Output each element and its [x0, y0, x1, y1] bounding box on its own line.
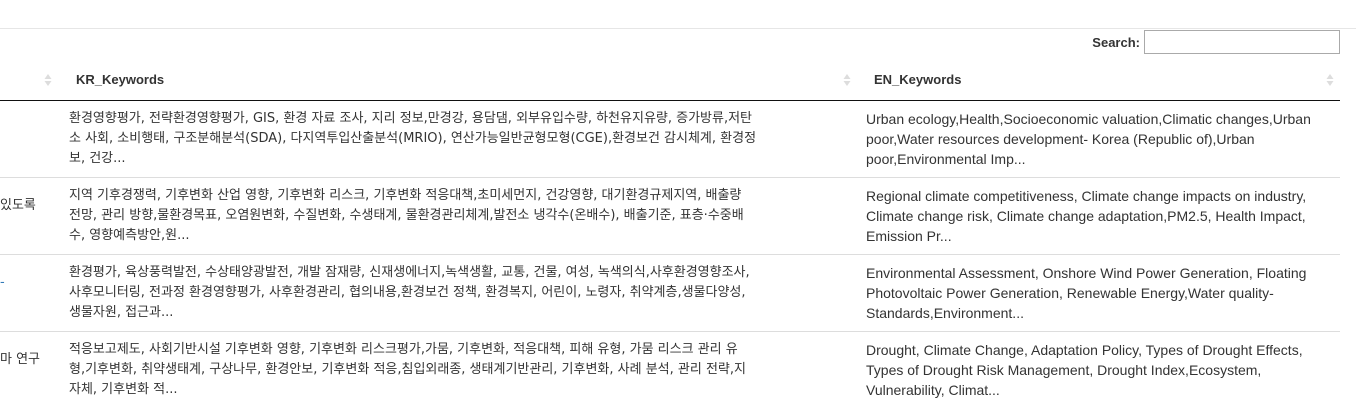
search-input[interactable] [1144, 30, 1340, 54]
sort-icon [44, 74, 52, 86]
en-keywords-line: Types of Drought Risk Management, Drough… [866, 362, 1262, 378]
kr-keywords-line: 환경평가, 육상풍력발전, 수상태양광발전, 개발 잠재량, 신재생에너지,녹색… [69, 265, 750, 280]
en-keywords-line: Photovoltaic Power Generation, Renewable… [866, 285, 1274, 301]
title-link[interactable]: 마 연구 [0, 352, 40, 367]
table-row[interactable]: - 환경평가, 육상풍력발전, 수상태양광발전, 개발 잠재량, 신재생에너지,… [0, 255, 1340, 332]
en-keywords-cell: Urban ecology,Health,Socioeconomic valua… [866, 109, 1330, 169]
en-keywords-line: Standards,Environment... [866, 305, 1024, 321]
column-header-kr-keywords[interactable]: KR_Keywords [59, 60, 854, 100]
title-cell: - [0, 273, 56, 293]
en-keywords-cell: Environmental Assessment, Onshore Wind P… [866, 263, 1330, 323]
en-keywords-line: poor,Environmental Imp... [866, 151, 1026, 167]
sort-icon [843, 74, 851, 86]
column-header-kr-label: KR_Keywords [76, 72, 165, 87]
column-header-en-keywords[interactable]: EN_Keywords [856, 60, 1340, 100]
kr-keywords-cell: 지역 기후경쟁력, 기후변화 산업 영향, 기후변화 리스크, 기후변화 적응대… [69, 186, 859, 246]
table-row[interactable]: 마 연구 적응보고제도, 사회기반시설 기후변화 영향, 기후변화 리스크평가,… [0, 332, 1340, 406]
column-header-title[interactable] [0, 60, 56, 100]
en-keywords-line: Vulnerability, Climat... [866, 382, 1000, 398]
title-cell: 있도록 [0, 196, 56, 216]
kr-keywords-line: 보, 건강... [69, 151, 126, 166]
en-keywords-line: Regional climate competitiveness, Climat… [866, 188, 1307, 204]
kr-keywords-line: 적응보고제도, 사회기반시설 기후변화 영향, 기후변화 리스크평가,가뭄, 기… [69, 342, 738, 357]
table-row[interactable]: 있도록 지역 기후경쟁력, 기후변화 산업 영향, 기후변화 리스크, 기후변화… [0, 178, 1340, 255]
kr-keywords-line: 사후모니터링, 전과정 환경영향평가, 사후환경관리, 협의내용,환경보건 정책… [69, 285, 746, 300]
kr-keywords-cell: 적응보고제도, 사회기반시설 기후변화 영향, 기후변화 리스크평가,가뭄, 기… [69, 340, 859, 400]
kr-keywords-line: 생물자원, 접근과... [69, 305, 174, 320]
table-row[interactable]: 환경영향평가, 전략환경영향평가, GIS, 환경 자료 조사, 지리 정보,만… [0, 101, 1340, 178]
search-bar: Search: [1092, 29, 1340, 55]
kr-keywords-line: 자체, 기후변화 적... [69, 382, 178, 397]
title-cell: 마 연구 [0, 350, 56, 370]
kr-keywords-line: 환경영향평가, 전략환경영향평가, GIS, 환경 자료 조사, 지리 정보,만… [69, 111, 753, 126]
en-keywords-cell: Regional climate competitiveness, Climat… [866, 186, 1330, 246]
kr-keywords-line: 지역 기후경쟁력, 기후변화 산업 영향, 기후변화 리스크, 기후변화 적응대… [69, 188, 742, 203]
en-keywords-line: Climate change risk, Climate change adap… [866, 208, 1306, 224]
kr-keywords-line: 전망, 관리 방향,물환경목표, 오염원변화, 수질변화, 수생태계, 물환경관… [69, 208, 744, 223]
kr-keywords-line: 소 사회, 소비행태, 구조분해분석(SDA), 다지역투입산출분석(MRIO)… [69, 131, 757, 146]
title-link[interactable]: 있도록 [0, 198, 36, 213]
kr-keywords-line: 수, 영향예측방안,원... [69, 228, 190, 243]
kr-keywords-cell: 환경영향평가, 전략환경영향평가, GIS, 환경 자료 조사, 지리 정보,만… [69, 109, 859, 169]
search-label: Search: [1092, 34, 1140, 50]
kr-keywords-line: 형,기후변화, 취약생태계, 구상나무, 환경안보, 기후변화 적응,침입외래종… [69, 362, 746, 377]
table-header: KR_Keywords EN_Keywords [0, 60, 1340, 101]
en-keywords-cell: Drought, Climate Change, Adaptation Poli… [866, 340, 1330, 400]
column-header-en-label: EN_Keywords [874, 72, 962, 87]
en-keywords-line: Drought, Climate Change, Adaptation Poli… [866, 342, 1303, 358]
title-link[interactable]: - [0, 275, 5, 290]
en-keywords-line: Emission Pr... [866, 228, 952, 244]
kr-keywords-cell: 환경평가, 육상풍력발전, 수상태양광발전, 개발 잠재량, 신재생에너지,녹색… [69, 263, 859, 323]
sort-icon [1326, 74, 1334, 86]
en-keywords-line: Urban ecology,Health,Socioeconomic valua… [866, 111, 1311, 127]
en-keywords-line: Environmental Assessment, Onshore Wind P… [866, 265, 1307, 281]
en-keywords-line: poor,Water resources development- Korea … [866, 131, 1255, 147]
